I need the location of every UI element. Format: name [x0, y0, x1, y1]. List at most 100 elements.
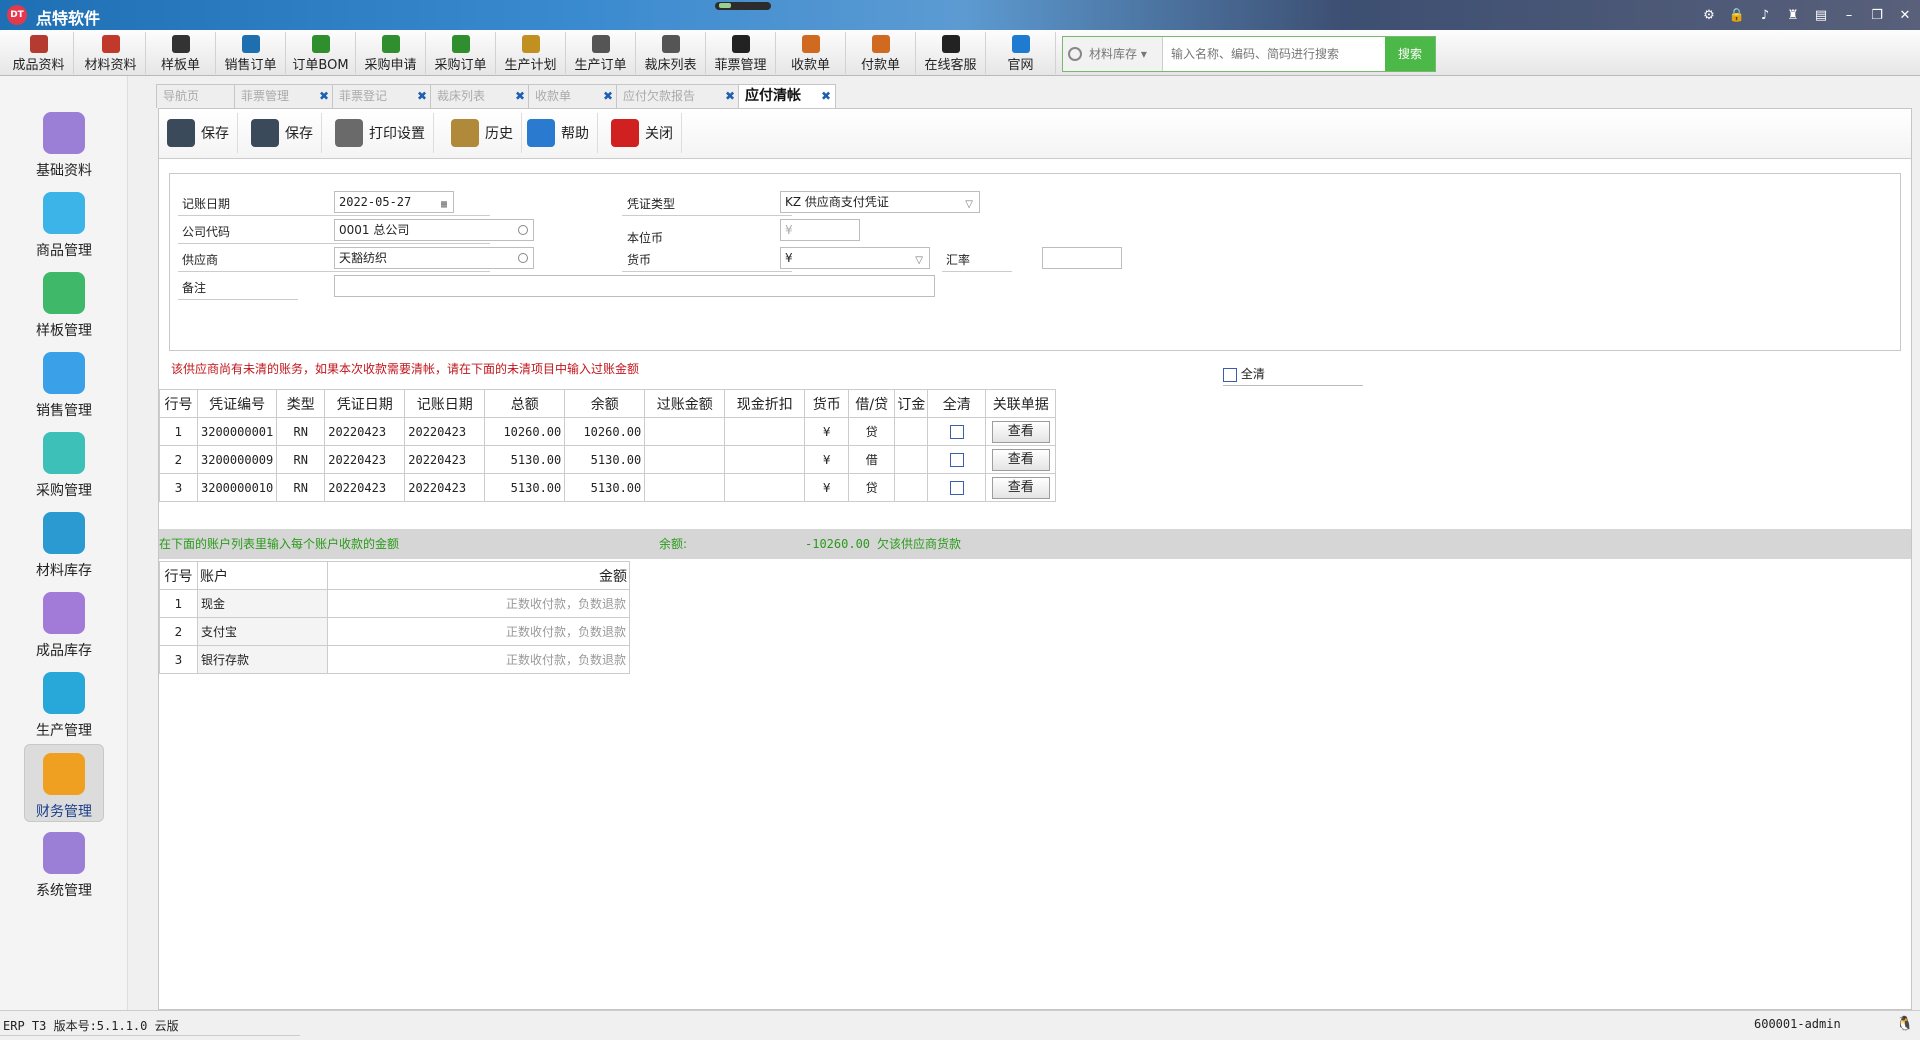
- tab-close-icon[interactable]: ✖: [603, 85, 613, 107]
- clear-checkbox[interactable]: [949, 424, 964, 439]
- toolbar-button-2[interactable]: 样板单: [146, 32, 216, 74]
- toolbar-button-8[interactable]: 生产订单: [566, 32, 636, 74]
- printer-icon: [335, 119, 363, 147]
- menu-icon[interactable]: ▤: [1812, 8, 1830, 23]
- sidebar-item-5[interactable]: 材料库存: [24, 504, 104, 582]
- items-header-5: 总额: [484, 389, 566, 418]
- toolbar-button-label: 收款单: [790, 58, 830, 73]
- qq-icon[interactable]: 🐧: [1896, 1016, 1913, 1032]
- toolbar-button-12[interactable]: 付款单: [846, 32, 916, 74]
- cell-post[interactable]: [644, 445, 726, 474]
- sidebar-item-1[interactable]: 商品管理: [24, 184, 104, 262]
- tab-3[interactable]: 裁床列表 ✖: [430, 84, 530, 108]
- toolbar-button-10[interactable]: 菲票管理: [706, 32, 776, 74]
- search-category-select[interactable]: 材料库存 ▾: [1063, 37, 1163, 71]
- tab-close-icon[interactable]: ✖: [319, 85, 329, 107]
- voucher-type-select[interactable]: KZ 供应商支付凭证 ▽: [780, 191, 980, 213]
- amount-input[interactable]: 正数收付款，负数退款: [327, 617, 630, 646]
- sidebar-item-8[interactable]: 财务管理: [24, 744, 104, 822]
- lookup-icon[interactable]: [518, 253, 528, 263]
- tab-0[interactable]: 导航页: [156, 84, 236, 108]
- action-button-3[interactable]: 历史: [451, 113, 522, 153]
- amount-input[interactable]: 正数收付款，负数退款: [327, 645, 630, 674]
- action-button-5[interactable]: 关闭: [611, 113, 682, 153]
- action-button-4[interactable]: 帮助: [527, 113, 598, 153]
- toolbar-button-4[interactable]: 订单BOM: [286, 32, 356, 74]
- view-button[interactable]: 查看: [991, 420, 1050, 443]
- action-button-0[interactable]: 保存: [167, 113, 238, 153]
- toolbar-button-0[interactable]: 成品资料: [4, 32, 74, 74]
- toolbar-button-14[interactable]: 官网: [986, 32, 1056, 74]
- tab-5[interactable]: 应付欠款报告 ✖: [616, 84, 740, 108]
- toolbar-button-5[interactable]: 采购申请: [356, 32, 426, 74]
- company-field[interactable]: 0001 总公司: [334, 219, 534, 241]
- close-window-icon[interactable]: ✕: [1896, 8, 1914, 23]
- gear-icon[interactable]: ⚙: [1700, 8, 1718, 23]
- clear-checkbox[interactable]: [949, 452, 964, 467]
- tab-close-icon[interactable]: ✖: [515, 85, 525, 107]
- tab-close-icon[interactable]: ✖: [417, 85, 427, 107]
- tab-close-icon[interactable]: ✖: [725, 85, 735, 107]
- cell-no: 2: [159, 445, 198, 474]
- sidebar-item-2[interactable]: 样板管理: [24, 264, 104, 342]
- toolbar-button-7[interactable]: 生产计划: [496, 32, 566, 74]
- clear-checkbox[interactable]: [949, 480, 964, 495]
- tab-1[interactable]: 菲票管理 ✖: [234, 84, 334, 108]
- all-clear-checkbox[interactable]: [1223, 367, 1237, 382]
- view-button[interactable]: 查看: [991, 476, 1050, 499]
- cell-no: 1: [159, 589, 198, 618]
- version-text: ERP T3 版本号:5.1.1.0 云版: [3, 1019, 179, 1033]
- supplier-field[interactable]: 天豁纺织: [334, 247, 534, 269]
- cell-post[interactable]: [644, 473, 726, 502]
- remark-field[interactable]: [334, 275, 935, 297]
- sidebar-item-7[interactable]: 生产管理: [24, 664, 104, 742]
- search-button[interactable]: 搜索: [1385, 37, 1435, 71]
- notification-icon[interactable]: ♪: [1756, 8, 1774, 23]
- currency-select[interactable]: ¥ ▽: [780, 247, 930, 269]
- sidebar-item-0[interactable]: 基础资料: [24, 104, 104, 182]
- items-header-13: 关联单据: [985, 389, 1057, 418]
- cell-post[interactable]: [644, 417, 726, 446]
- toolbar-button-3[interactable]: 销售订单: [216, 32, 286, 74]
- shirt-icon[interactable]: ♜: [1784, 8, 1802, 23]
- balance-label: 余额:: [659, 537, 688, 551]
- calendar-icon[interactable]: ▦: [441, 195, 447, 215]
- cell-discount[interactable]: [724, 473, 806, 502]
- tab-4[interactable]: 收款单 ✖: [528, 84, 618, 108]
- toolbar-button-label: 订单BOM: [292, 58, 349, 73]
- action-button-2[interactable]: 打印设置: [335, 113, 434, 153]
- rate-field[interactable]: [1042, 247, 1122, 269]
- amount-input[interactable]: 正数收付款，负数退款: [327, 589, 630, 618]
- all-clear-toggle[interactable]: 全清: [1223, 365, 1265, 382]
- cell-no: 3: [159, 473, 198, 502]
- cell-pdate: 20220423: [404, 417, 486, 446]
- toolbar-button-1[interactable]: 材料资料: [76, 32, 146, 74]
- lock-icon[interactable]: 🔒: [1728, 8, 1746, 23]
- toolbar-button-6[interactable]: 采购订单: [426, 32, 496, 74]
- sidebar-item-3[interactable]: 销售管理: [24, 344, 104, 422]
- view-button[interactable]: 查看: [991, 448, 1050, 471]
- sidebar-item-6[interactable]: 成品库存: [24, 584, 104, 662]
- action-button-1[interactable]: 保存: [251, 113, 322, 153]
- toolbar-button-11[interactable]: 收款单: [776, 32, 846, 74]
- drag-handle[interactable]: [715, 2, 771, 10]
- tab-2[interactable]: 菲票登记 ✖: [332, 84, 432, 108]
- lookup-icon[interactable]: [518, 225, 528, 235]
- toolbar-button-9[interactable]: 裁床列表: [636, 32, 706, 74]
- company-label: 公司代码: [182, 225, 231, 239]
- search-input[interactable]: 输入名称、编码、简码进行搜索: [1167, 37, 1387, 71]
- toolbar-button-label: 采购订单: [434, 58, 487, 73]
- cell-discount[interactable]: [724, 417, 806, 446]
- cell-pdate: 20220423: [404, 445, 486, 474]
- receipt-icon: [801, 35, 820, 53]
- toolbar-button-13[interactable]: 在线客服: [916, 32, 986, 74]
- tab-close-icon[interactable]: ✖: [821, 85, 831, 107]
- items-header-3: 凭证日期: [324, 389, 406, 418]
- sidebar-item-4[interactable]: 采购管理: [24, 424, 104, 502]
- tab-6[interactable]: 应付清帐 ✖: [738, 84, 836, 109]
- minimize-icon[interactable]: –: [1840, 8, 1858, 23]
- restore-icon[interactable]: ❐: [1868, 8, 1886, 23]
- sidebar-item-9[interactable]: 系统管理: [24, 824, 104, 902]
- cell-discount[interactable]: [724, 445, 806, 474]
- date-field[interactable]: 2022-05-27 ▦: [334, 191, 454, 213]
